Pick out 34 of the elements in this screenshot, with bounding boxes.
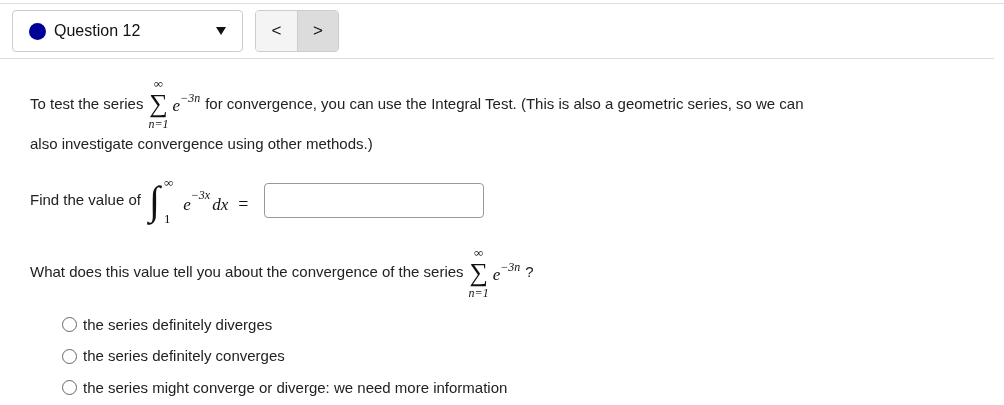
question-label: Question 12: [54, 21, 142, 41]
differential: dx: [212, 193, 229, 216]
question-text: ?: [525, 262, 534, 283]
question-text: To test the series: [30, 93, 144, 114]
base-term: e: [172, 95, 181, 118]
question-dropdown[interactable]: Question 12: [12, 10, 243, 52]
radio-button[interactable]: [62, 348, 77, 364]
base-term: e: [183, 193, 191, 216]
radio-button[interactable]: [62, 317, 77, 333]
lower-limit: 1: [163, 211, 172, 226]
next-button[interactable]: >: [297, 11, 338, 51]
radio-button[interactable]: [62, 380, 77, 396]
integral-symbol: ∫: [146, 176, 162, 226]
summation-symbol: ∑: [469, 259, 488, 286]
exponent: −3x: [190, 186, 211, 202]
base-term: e: [492, 263, 501, 286]
option-label: the series might converge or diverge: we need more information: [83, 377, 508, 398]
exponent: −3n: [500, 258, 521, 276]
previous-button[interactable]: <: [256, 11, 297, 51]
option-label: the series definitely diverges: [83, 314, 273, 335]
lower-limit: n=1: [148, 117, 169, 131]
question-text: for convergence, you can use the Integral Test. (This is also a geometric series, so we can: [205, 93, 804, 114]
caret-icon: [216, 27, 226, 35]
answer-field[interactable]: [264, 183, 485, 218]
summation-symbol: ∑: [149, 91, 168, 117]
question-text: What does this value tell you about the convergence of the series: [30, 262, 464, 283]
question-text: Find the value of: [30, 190, 141, 211]
option-label: the series definitely converges: [83, 346, 285, 366]
upper-limit: ∞: [153, 77, 164, 91]
upper-limit: ∞: [163, 175, 174, 190]
question-text: also investigate convergence using other methods.): [30, 134, 374, 154]
equals-sign: =: [238, 193, 249, 216]
exponent: −3n: [180, 90, 201, 107]
upper-limit: ∞: [474, 245, 484, 260]
